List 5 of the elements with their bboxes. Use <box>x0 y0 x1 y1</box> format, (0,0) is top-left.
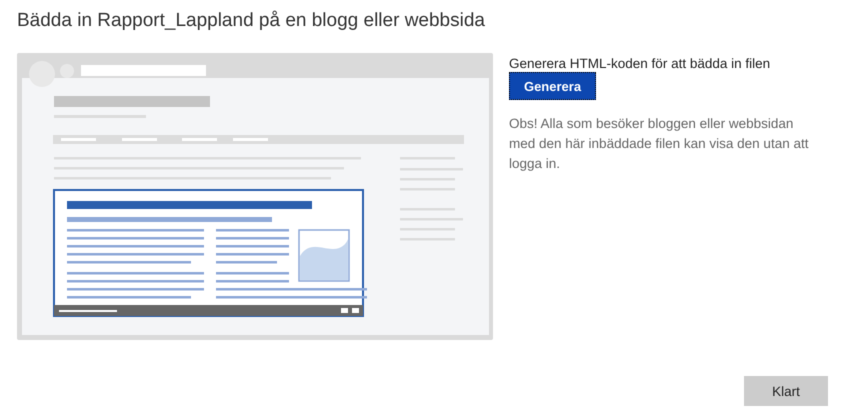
notice-text: Obs! Alla som besöker bloggen eller webbsidan med den här inbäddade filen kan visa den utan att logga in. <box>509 115 809 173</box>
done-button[interactable]: Klart <box>744 376 828 406</box>
generate-button[interactable]: Generera <box>509 72 596 100</box>
generate-label: Generera HTML-koden för att bädda in filen <box>509 56 770 72</box>
dialog-title: Bädda in Rapport_Lappland på en blogg eller webbsida <box>17 10 486 33</box>
